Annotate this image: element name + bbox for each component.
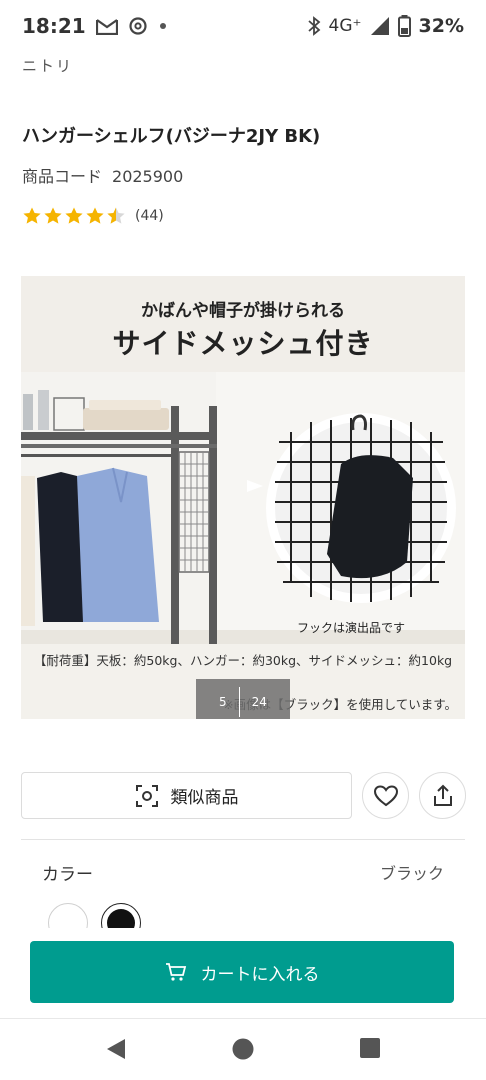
status-time: 18:21 [22, 14, 86, 38]
image-search-icon [135, 784, 158, 807]
product-image[interactable]: かばんや帽子が掛けられる サイドメッシュ付き フックは演出品です 【耐荷重】天板… [21, 276, 465, 719]
add-to-cart-button[interactable]: カートに入れる [30, 941, 454, 1003]
add-to-cart-label: カートに入れる [200, 964, 320, 985]
rating-count: (44) [135, 208, 164, 224]
heart-icon [373, 784, 398, 806]
star-icon [86, 207, 104, 224]
product-code-row: 商品コード 2025900 [22, 163, 183, 187]
battery-percent: 32% [418, 15, 464, 37]
image-headline-main: サイドメッシュ付き [112, 327, 374, 360]
divider [21, 839, 465, 840]
image-headline-sub: かばんや帽子が掛けられる [141, 301, 345, 321]
product-code-label: 商品コード [22, 167, 103, 186]
signal-icon [370, 17, 389, 35]
home-icon[interactable] [232, 1038, 254, 1060]
star-icon [65, 207, 83, 224]
color-label: カラー [42, 865, 93, 885]
system-nav-bar [0, 1018, 486, 1080]
pager-current: 5 [219, 695, 227, 709]
battery-icon [397, 15, 411, 37]
similar-products-label: 類似商品 [170, 788, 239, 808]
star-half-icon [107, 207, 125, 224]
similar-products-button[interactable]: 類似商品 [21, 772, 352, 819]
brand-name[interactable]: ニトリ [22, 55, 73, 76]
star-icon [44, 207, 62, 224]
share-icon [433, 784, 452, 806]
color-selected-value: ブラック [379, 864, 444, 883]
network-type: 4G⁺ [328, 16, 362, 36]
image-pager: 5 24 [196, 679, 290, 719]
gmail-icon [95, 18, 118, 35]
status-bar: 18:21 4G⁺ 32% [0, 0, 486, 52]
pager-total: 24 [251, 695, 267, 709]
threads-icon [129, 17, 147, 35]
rating-row[interactable]: (44) [22, 206, 164, 226]
notification-dot-icon [159, 23, 166, 29]
bluetooth-icon [307, 16, 320, 36]
cart-icon [165, 963, 186, 981]
image-hook-caption: フックは演出品です [297, 621, 406, 635]
back-icon[interactable] [105, 1038, 127, 1060]
shelf-photo [21, 372, 465, 644]
share-button[interactable] [419, 772, 466, 819]
star-icon [23, 207, 41, 224]
image-capacity-text: 【耐荷重】天板：約50kg、ハンガー：約30kg、サイドメッシュ：約10kg [33, 653, 453, 668]
product-title: ハンガーシェルフ(バジーナ2JY BK) [22, 126, 321, 147]
recents-icon[interactable] [360, 1038, 380, 1058]
favorite-button[interactable] [362, 772, 409, 819]
product-code-value: 2025900 [112, 167, 184, 186]
